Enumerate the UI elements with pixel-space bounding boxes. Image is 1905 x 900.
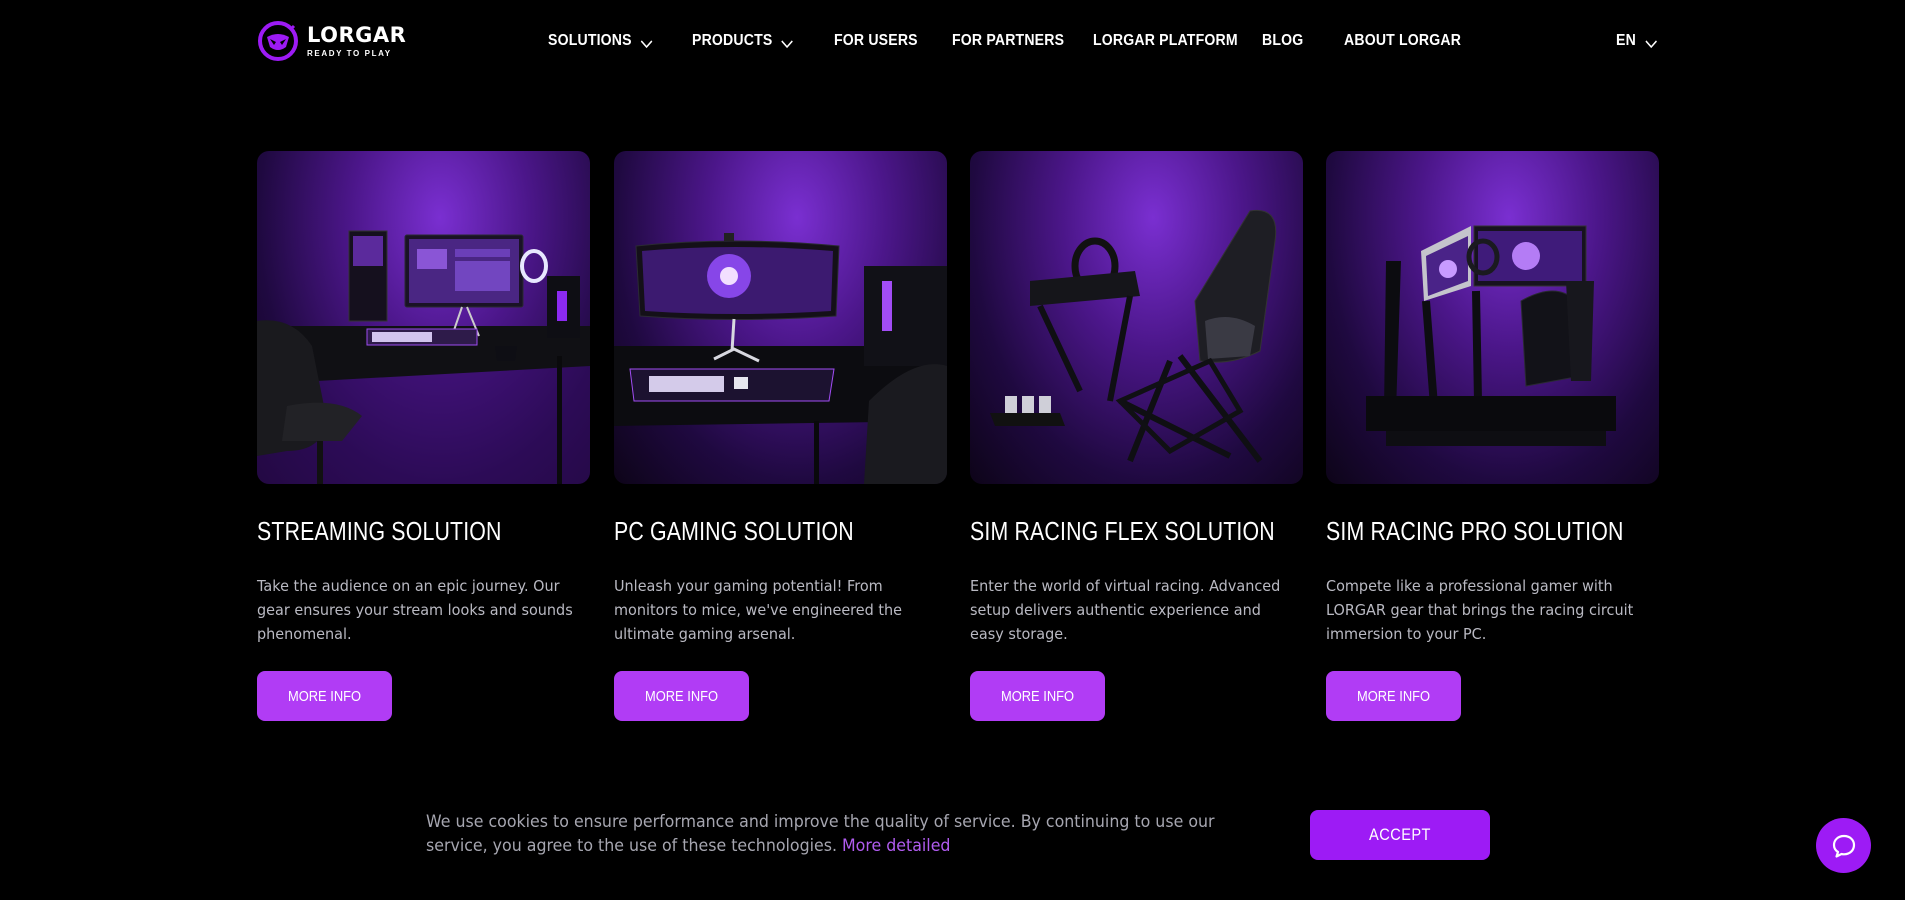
solution-card-sim-racing-flex: SIM RACING FLEX SOLUTION Enter the world… <box>970 151 1303 721</box>
more-info-button[interactable]: MORE INFO <box>1326 671 1461 721</box>
nav-item-label: ABOUT LORGAR <box>1344 32 1462 49</box>
chat-button[interactable] <box>1816 818 1871 873</box>
sim-racing-pro-image[interactable] <box>1326 151 1659 484</box>
nav-item-solutions[interactable]: SOLUTIONS <box>548 32 653 50</box>
card-description: Enter the world of virtual racing. Advan… <box>970 577 1281 643</box>
button-label: MORE INFO <box>1000 687 1075 705</box>
nav-item-products[interactable]: PRODUCTS <box>692 32 794 50</box>
streaming-setup-image[interactable] <box>257 151 590 484</box>
card-title: STREAMING SOLUTION <box>257 516 502 546</box>
button-label: MORE INFO <box>644 687 719 705</box>
accept-cookies-button[interactable]: ACCEPT <box>1310 810 1490 860</box>
more-info-button[interactable]: MORE INFO <box>614 671 749 721</box>
solution-card-streaming: STREAMING SOLUTION Take the audience on … <box>257 151 590 721</box>
nav-item-label: LORGAR PLATFORM <box>1093 32 1238 49</box>
main-nav: SOLUTIONS PRODUCTS FOR USERS FOR PARTNER… <box>0 32 1905 58</box>
site-header: LORGAR READY TO PLAY SOLUTIONS PRODUCTS … <box>0 0 1905 90</box>
solution-card-sim-racing-pro: SIM RACING PRO SOLUTION Compete like a p… <box>1326 151 1659 721</box>
nav-item-for-partners[interactable]: FOR PARTNERS <box>952 32 1064 50</box>
nav-item-blog[interactable]: BLOG <box>1262 32 1303 50</box>
more-info-button[interactable]: MORE INFO <box>970 671 1105 721</box>
sim-racing-flex-image[interactable] <box>970 151 1303 484</box>
nav-item-label: SOLUTIONS <box>548 32 632 49</box>
more-info-button[interactable]: MORE INFO <box>257 671 392 721</box>
chevron-down-icon <box>1645 36 1657 48</box>
card-title: PC GAMING SOLUTION <box>614 516 854 546</box>
chat-bubble-icon <box>1832 834 1855 858</box>
nav-item-label: PRODUCTS <box>692 32 773 49</box>
card-title: SIM RACING FLEX SOLUTION <box>970 516 1275 546</box>
pc-gaming-setup-illustration <box>614 233 947 484</box>
nav-item-label: FOR USERS <box>834 32 918 49</box>
button-label: MORE INFO <box>287 687 362 705</box>
nav-item-about-lorgar[interactable]: ABOUT LORGAR <box>1344 32 1461 50</box>
chevron-down-icon <box>781 36 794 48</box>
chevron-down-icon <box>640 36 653 48</box>
nav-item-label: BLOG <box>1262 32 1304 49</box>
pc-gaming-setup-image[interactable] <box>614 151 947 484</box>
button-label: ACCEPT <box>1369 825 1431 844</box>
card-description: Compete like a professional gamer with L… <box>1326 577 1634 643</box>
nav-item-lorgar-platform[interactable]: LORGAR PLATFORM <box>1093 32 1238 50</box>
cookie-banner: We use cookies to ensure performance and… <box>0 790 1905 900</box>
card-description: Take the audience on an epic journey. Ou… <box>257 577 573 643</box>
card-title: SIM RACING PRO SOLUTION <box>1326 516 1624 546</box>
language-selector[interactable]: EN <box>1616 32 1657 50</box>
language-label: EN <box>1616 32 1636 49</box>
more-detailed-link[interactable]: More detailed <box>842 836 950 856</box>
sim-racing-flex-illustration <box>990 209 1277 463</box>
nav-item-for-users[interactable]: FOR USERS <box>834 32 918 50</box>
nav-item-label: FOR PARTNERS <box>952 32 1065 49</box>
cookie-message: We use cookies to ensure performance and… <box>426 810 1244 858</box>
sim-racing-pro-illustration <box>1366 225 1616 446</box>
streaming-setup-illustration <box>257 230 590 484</box>
card-description: Unleash your gaming potential! From moni… <box>614 577 903 643</box>
solution-card-pc-gaming: PC GAMING SOLUTION Unleash your gaming p… <box>614 151 947 721</box>
button-label: MORE INFO <box>1356 687 1431 705</box>
cookie-text: We use cookies to ensure performance and… <box>426 812 1215 856</box>
